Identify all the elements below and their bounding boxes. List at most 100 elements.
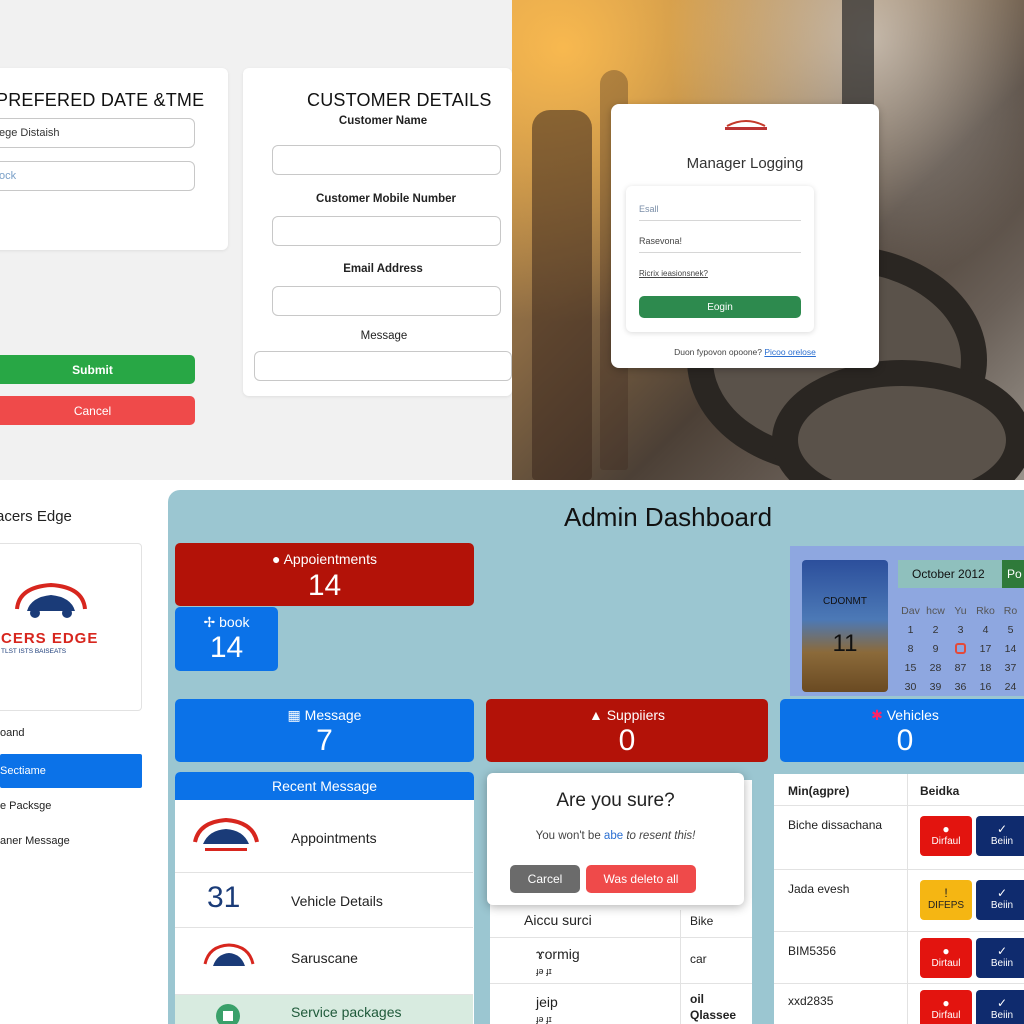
calendar-day[interactable]: 9: [923, 643, 948, 655]
sidebar-item-service-package[interactable]: e Packsge: [0, 789, 142, 823]
record-icon: ●: [942, 944, 950, 958]
login-form: Esall Rasevona! Ricrix ieasionsnek? Eogi…: [626, 186, 814, 332]
default-button[interactable]: ● Dirfaul: [920, 816, 972, 856]
data-table: Min(agpre) Beidka Biche dissachana ● Dirf…: [774, 774, 1024, 1024]
dialog-confirm-button[interactable]: Was deleto all: [586, 865, 696, 893]
customer-name-label: Customer Name: [338, 115, 428, 127]
begin-button[interactable]: ✓ Beiin: [976, 816, 1024, 856]
message-tile[interactable]: ▦ Message 7: [175, 699, 474, 762]
calendar-day[interactable]: 36: [948, 681, 973, 693]
vehicle-subtext: ɟə ɟɪ: [536, 966, 552, 976]
sidebar-item-dashboard[interactable]: oand: [0, 716, 142, 750]
sidebar-item-customer-message[interactable]: aner Message: [0, 824, 142, 858]
dialog-text: You won't be: [535, 830, 601, 842]
table-row[interactable]: Biche dissachana ● Dirfaul ✓ Beiin: [774, 806, 1024, 870]
default-button[interactable]: ● Dirfaul: [920, 990, 972, 1024]
mechanic-figure: [532, 110, 592, 480]
diffs-button[interactable]: ! DIFEPS: [920, 880, 972, 920]
calendar-image-number: 11: [832, 630, 858, 657]
book-tile[interactable]: ✢ book 14: [175, 607, 278, 671]
supplier-icon: ▲: [588, 707, 603, 723]
vehicles-count: 0: [896, 724, 914, 757]
dialog-cancel-button[interactable]: Carcel: [510, 865, 580, 893]
calendar-day[interactable]: 4: [973, 624, 998, 636]
submit-button[interactable]: Submit: [0, 355, 195, 384]
email-address-input[interactable]: [272, 286, 501, 316]
calendar-day[interactable]: 39: [923, 681, 948, 693]
calendar-day-header: Yu: [954, 604, 967, 617]
calendar-day[interactable]: 14: [998, 643, 1023, 655]
calendar-day[interactable]: 3: [948, 624, 973, 636]
calendar-day[interactable]: 17: [973, 643, 998, 655]
time-input[interactable]: [0, 161, 195, 191]
signup-text: Duon fypovon opoone?: [674, 347, 762, 357]
signup-link[interactable]: Picoo orelose: [764, 347, 816, 357]
calendar-day[interactable]: 37: [998, 662, 1023, 674]
date-time-title: PREFERED DATE &TME: [0, 90, 205, 110]
vehicles-label: Vehicles: [886, 707, 939, 723]
calendar-week-row: 8 9 17 14: [898, 639, 1024, 658]
calendar-day[interactable]: 28: [923, 662, 948, 674]
dashboard-title: Admin Dashboard: [564, 502, 773, 532]
logo-card: CERS EDGE TLST ISTS BAISEATS: [0, 543, 142, 711]
suppliers-tile[interactable]: ▲ Suppiiers 0: [486, 699, 768, 762]
list-item[interactable]: Saruscane: [175, 928, 473, 995]
table-row[interactable]: jeip ɟə ɟɪ oil Qlassee: [490, 984, 764, 1024]
calendar-day[interactable]: 8: [898, 643, 923, 655]
envelope-icon: ▦: [287, 707, 301, 723]
list-item[interactable]: Service packages: [175, 995, 473, 1024]
sidebar-item-selected[interactable]: Sectiame: [0, 754, 142, 788]
calendar-day[interactable]: 30: [898, 681, 923, 693]
calendar-day[interactable]: 1: [898, 624, 923, 636]
column-divider: [680, 910, 681, 1024]
car-logo-icon: [15, 582, 87, 618]
table-cell: Jada evesh: [788, 882, 850, 896]
calendar-today-marker[interactable]: [948, 643, 973, 655]
table-header: Min(agpre) Beidka: [774, 774, 1024, 806]
begin-button[interactable]: ✓ Beiin: [976, 938, 1024, 978]
vehicle-subtype: Qlassee: [690, 1008, 737, 1022]
appointments-tile[interactable]: ● Appoientments 14: [175, 543, 474, 606]
table-cell: Biche dissachana: [788, 818, 883, 832]
begin-button[interactable]: ✓ Beiin: [976, 880, 1024, 920]
login-background: Manager Logging Esall Rasevona! Ricrix i…: [512, 0, 1024, 480]
column-header[interactable]: Beidka: [920, 784, 959, 798]
login-card: Manager Logging Esall Rasevona! Ricrix i…: [611, 104, 879, 368]
calendar-day[interactable]: 87: [948, 662, 973, 674]
calendar-day[interactable]: 24: [998, 681, 1023, 693]
warning-icon: !: [944, 886, 948, 900]
confirm-dialog: Are you sure? You won't be abe to resent…: [487, 773, 744, 905]
login-button[interactable]: Eogin: [639, 296, 801, 318]
forgot-password-link[interactable]: Ricrix ieasionsnek?: [639, 269, 708, 278]
table-row[interactable]: Aiccu surci Bike: [490, 910, 764, 938]
customer-mobile-input[interactable]: [272, 216, 501, 246]
calendar-next-button[interactable]: Po: [1002, 560, 1024, 588]
cancel-button[interactable]: Cancel: [0, 396, 195, 425]
list-item[interactable]: Appointments: [175, 800, 473, 873]
default-button-label: Dirtaul: [931, 958, 961, 969]
calendar-day[interactable]: 16: [973, 681, 998, 693]
calendar-day[interactable]: 15: [898, 662, 923, 674]
table-row[interactable]: xxd2835 ● Dirfaul ✓ Beiin: [774, 984, 1024, 1024]
begin-button[interactable]: ✓ Beiin: [976, 990, 1024, 1024]
calendar-week-row: 15 28 87 18 37: [898, 658, 1024, 677]
default-button[interactable]: ● Dirtaul: [920, 938, 972, 978]
calendar-day[interactable]: 2: [923, 624, 948, 636]
table-row[interactable]: Jada evesh ! DIFEPS ✓ Beiin: [774, 870, 1024, 932]
table-row[interactable]: ɤormig ɟə ɟɪ car: [490, 938, 764, 984]
calendar-day[interactable]: 5: [998, 624, 1023, 636]
email-field[interactable]: Esall: [639, 204, 801, 221]
dialog-text-link[interactable]: abe: [604, 830, 623, 842]
table-row[interactable]: BIM5356 ● Dirtaul ✓ Beiin: [774, 932, 1024, 984]
password-field[interactable]: Rasevona!: [639, 236, 801, 253]
record-icon: ●: [942, 996, 950, 1010]
message-input[interactable]: [254, 351, 512, 381]
customer-name-input[interactable]: [272, 145, 501, 175]
book-count: 14: [209, 631, 244, 664]
calendar-day[interactable]: 18: [973, 662, 998, 674]
column-header[interactable]: Min(agpre): [788, 784, 849, 798]
date-input[interactable]: [0, 118, 195, 148]
scrollbar-track[interactable]: [752, 780, 764, 1024]
vehicles-tile[interactable]: ✱ Vehicles 0: [780, 699, 1024, 762]
list-item[interactable]: 31 Vehicle Details: [175, 873, 473, 928]
